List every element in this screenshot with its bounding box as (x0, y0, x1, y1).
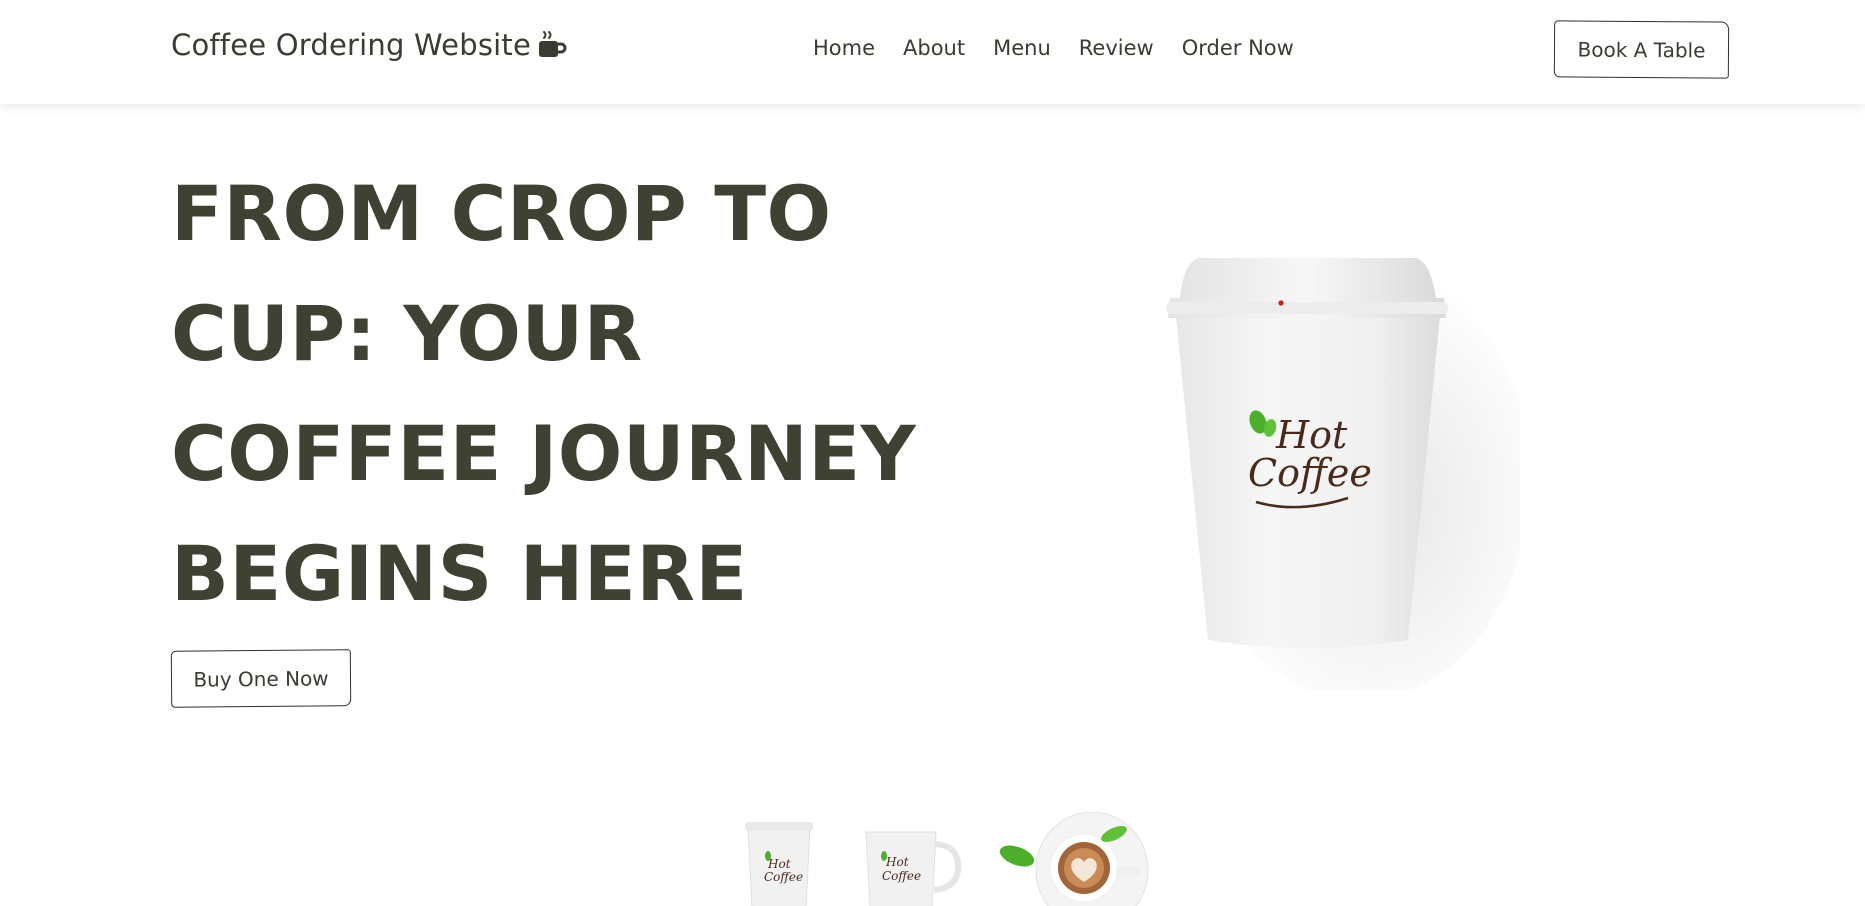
svg-text:Coffee: Coffee (1248, 451, 1372, 495)
mug-hot-icon (537, 30, 567, 60)
site-logo[interactable]: Coffee Ordering Website (171, 28, 567, 62)
thumb-paper-cup[interactable]: Hot Coffee (740, 818, 820, 906)
nav-home[interactable]: Home (813, 36, 875, 60)
hero-coffee-cup-image: Hot Coffee (1140, 240, 1530, 700)
thumb-mug[interactable]: Hot Coffee (860, 826, 970, 906)
main-nav: Home About Menu Review Order Now (813, 36, 1294, 60)
product-thumbnails: Hot Coffee Hot Coffee (740, 811, 1160, 906)
site-header: Coffee Ordering Website Home About Menu … (0, 0, 1865, 104)
nav-review[interactable]: Review (1079, 36, 1154, 60)
buy-one-now-button[interactable]: Buy One Now (170, 649, 352, 708)
svg-text:Hot: Hot (885, 855, 909, 869)
svg-text:Coffee: Coffee (882, 869, 921, 883)
thumb-latte-cup[interactable] (992, 811, 1152, 906)
nav-menu[interactable]: Menu (993, 36, 1051, 60)
logo-text: Coffee Ordering Website (171, 28, 531, 62)
hero-title: FROM CROP TO CUP: YOUR COFFEE JOURNEY BE… (171, 169, 917, 618)
nav-order-now[interactable]: Order Now (1182, 36, 1294, 60)
nav-about[interactable]: About (903, 36, 965, 60)
svg-text:Coffee: Coffee (764, 870, 803, 884)
svg-text:Hot: Hot (767, 857, 791, 871)
book-a-table-button[interactable]: Book A Table (1553, 20, 1730, 79)
